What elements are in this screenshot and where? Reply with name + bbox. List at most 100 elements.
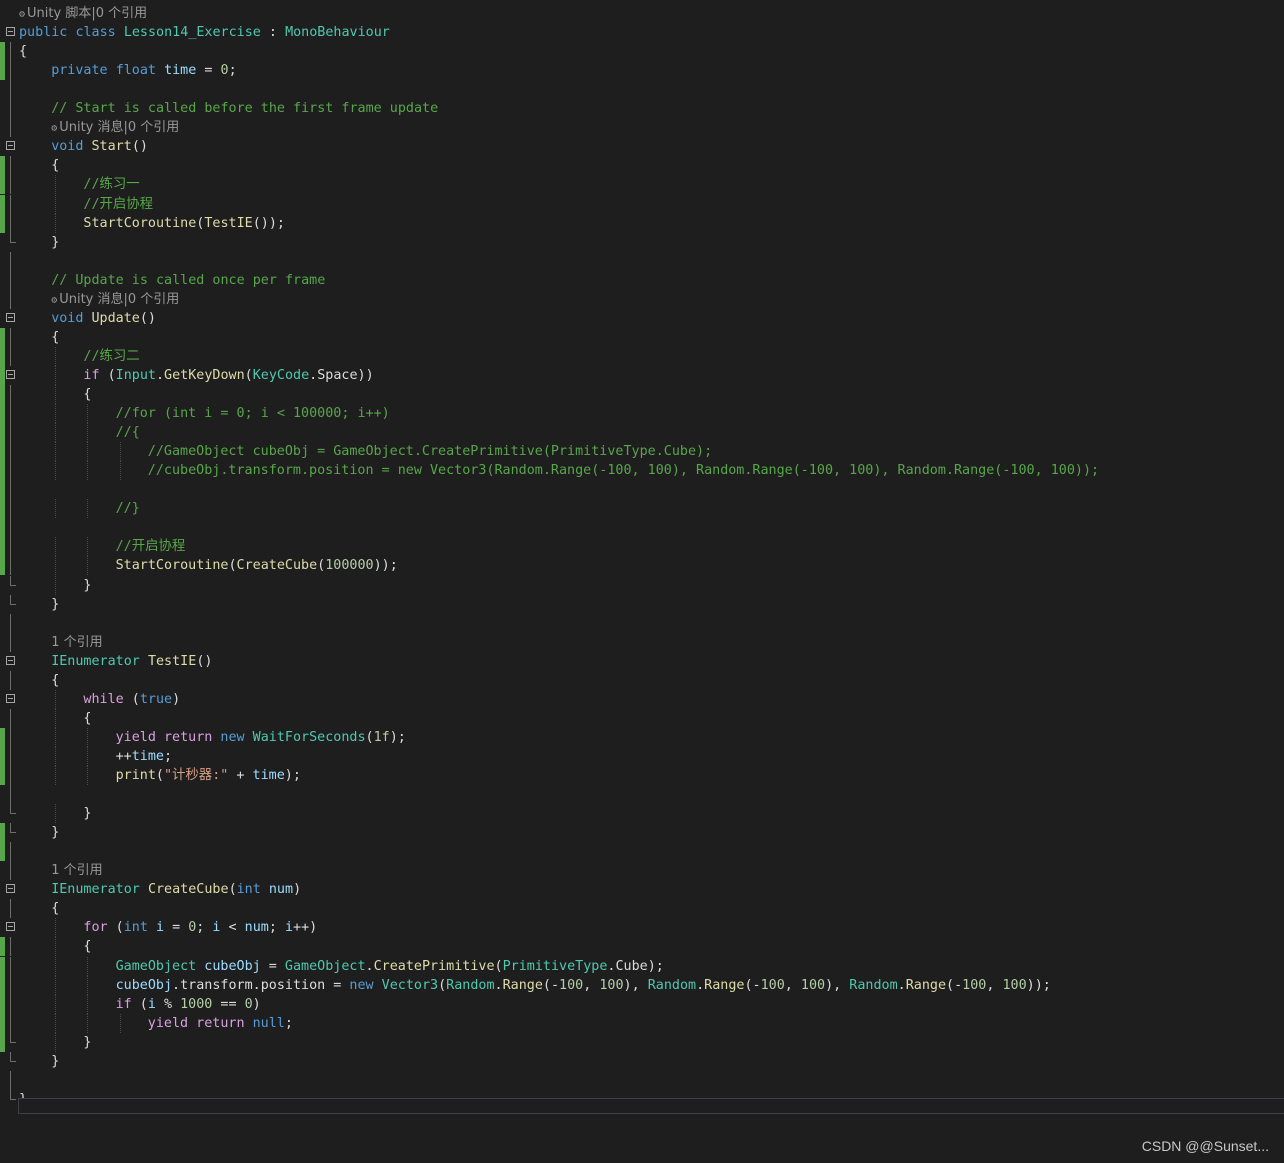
code-line[interactable] [0, 518, 1284, 538]
code-line[interactable]: GameObject cubeObj = GameObject.CreatePr… [0, 956, 1284, 976]
collapse-icon[interactable] [6, 922, 15, 932]
collapse-icon[interactable] [6, 884, 15, 894]
code-line[interactable] [0, 613, 1284, 633]
code-token: public [19, 25, 68, 41]
code-line[interactable]: } [0, 232, 1284, 252]
code-line[interactable]: { [0, 42, 1284, 62]
code-token: CreateCube [236, 558, 318, 574]
code-token: time [252, 768, 285, 783]
code-line[interactable]: IEnumerator TestIE() [0, 652, 1284, 671]
unity-icon: ⚙ [51, 294, 58, 306]
indent-guide [87, 423, 89, 443]
code-line[interactable]: //cubeObj.transform.position = new Vecto… [0, 461, 1284, 481]
line-content: { [83, 937, 91, 956]
code-line[interactable]: if (i % 1000 == 0) [0, 994, 1284, 1014]
horizontal-scrollbar[interactable] [18, 1098, 1284, 1114]
code-line[interactable]: //开启协程 [0, 194, 1284, 214]
code-line[interactable]: void Start() [0, 137, 1284, 156]
code-line[interactable]: private float time = 0; [0, 61, 1284, 81]
code-token: 100 [800, 977, 826, 993]
code-line[interactable]: //练习二 [0, 346, 1284, 366]
reference-count-link[interactable]: Unity 消息|0 个引用 [59, 120, 179, 135]
reference-count-link[interactable]: Unity 脚本|0 个引用 [27, 6, 147, 21]
code-line[interactable]: //for (int i = 0; i < 100000; i++) [0, 404, 1284, 424]
line-content: ⚙ Unity 消息|0 个引用 [51, 290, 179, 310]
code-line[interactable]: //{ [0, 423, 1284, 443]
code-line[interactable]: public class Lesson14_Exercise : MonoBeh… [0, 23, 1284, 42]
code-line[interactable] [0, 842, 1284, 862]
line-content: } [51, 595, 59, 614]
code-line[interactable]: IEnumerator CreateCube(int num) [0, 880, 1284, 899]
collapse-icon[interactable] [6, 693, 15, 703]
collapse-icon[interactable] [6, 27, 15, 37]
code-line[interactable]: yield return null; [0, 1013, 1284, 1033]
code-line[interactable]: cubeObj.transform.position = new Vector3… [0, 975, 1284, 995]
collapse-icon[interactable] [6, 141, 15, 151]
fold-guide [10, 80, 11, 100]
fold-guide [10, 385, 11, 404]
code-line[interactable]: StartCoroutine(TestIE()); [0, 213, 1284, 233]
code-line[interactable] [0, 785, 1284, 805]
codelens-line[interactable]: ⚙ Unity 脚本|0 个引用 [0, 4, 1284, 23]
code-line[interactable] [0, 1070, 1284, 1090]
code-token: } [51, 825, 60, 841]
code-line[interactable]: { [0, 156, 1284, 176]
codelens-line[interactable]: 1 个引用 [0, 861, 1284, 881]
line-content: //开启协程 [116, 537, 186, 556]
code-line[interactable]: while (true) [0, 689, 1284, 709]
code-line[interactable]: } [0, 804, 1284, 824]
code-line[interactable]: } [0, 594, 1284, 614]
code-line[interactable]: //开启协程 [0, 537, 1284, 557]
code-line[interactable]: } [0, 575, 1284, 595]
fold-end [10, 813, 16, 815]
unity-icon: ⚙ [19, 9, 26, 20]
codelens-line[interactable]: 1 个引用 [0, 632, 1284, 652]
code-line[interactable]: { [0, 327, 1284, 347]
code-line[interactable]: print("计秒器:" + time); [0, 766, 1284, 785]
code-token: //for (int i = 0; i < 100000; i++) [115, 406, 390, 422]
codelens-line[interactable]: ⚙ Unity 消息|0 个引用 [0, 118, 1284, 138]
code-token: = [196, 63, 221, 79]
code-line[interactable]: { [0, 670, 1284, 690]
codelens-line[interactable]: ⚙ Unity 消息|0 个引用 [0, 289, 1284, 310]
collapse-icon[interactable] [6, 369, 15, 379]
code-line[interactable]: for (int i = 0; i < num; i++) [0, 918, 1284, 938]
code-line[interactable]: //GameObject cubeObj = GameObject.Create… [0, 442, 1284, 462]
change-marker [0, 156, 5, 176]
code-line[interactable]: StartCoroutine(CreateCube(100000)); [0, 556, 1284, 576]
code-token: GameObject [284, 958, 366, 974]
code-line[interactable] [0, 80, 1284, 100]
reference-count-link[interactable]: 1 个引用 [51, 863, 102, 878]
code-token: yield [115, 729, 156, 745]
code-line[interactable]: { [0, 937, 1284, 957]
code-line[interactable] [0, 480, 1284, 500]
code-line[interactable]: { [0, 708, 1284, 728]
code-line[interactable]: //} [0, 499, 1284, 519]
change-marker [0, 1032, 5, 1052]
code-editor[interactable]: ⚙ Unity 脚本|0 个引用 public class Lesson14_Exe… [0, 0, 1284, 1107]
code-line[interactable]: } [0, 1051, 1284, 1071]
code-line[interactable]: ++time; [0, 746, 1284, 766]
collapse-icon[interactable] [6, 655, 15, 665]
code-line[interactable]: { [0, 899, 1284, 919]
code-token: Range [704, 977, 745, 993]
code-line[interactable]: // Update is called once per frame [0, 270, 1284, 290]
code-token: )); [1026, 977, 1051, 993]
code-line[interactable]: void Update() [0, 309, 1284, 328]
code-line[interactable]: //练习一 [0, 175, 1284, 195]
code-line[interactable] [0, 251, 1284, 271]
code-line[interactable]: if (Input.GetKeyDown(KeyCode.Space)) [0, 365, 1284, 385]
reference-count-link[interactable]: 1 个引用 [51, 635, 102, 650]
change-marker [0, 442, 5, 462]
code-line[interactable]: // Start is called before the first fram… [0, 99, 1284, 119]
code-token: ; [228, 63, 237, 79]
code-line[interactable]: } [0, 823, 1284, 843]
code-line[interactable]: } [0, 1032, 1284, 1052]
collapse-icon[interactable] [6, 312, 15, 322]
code-line[interactable]: { [0, 385, 1284, 404]
code-token: Update [91, 310, 140, 326]
reference-count-link[interactable]: Unity 消息|0 个引用 [59, 292, 179, 307]
code-line[interactable]: yield return new WaitForSeconds(1f); [0, 727, 1284, 747]
code-token: private [51, 63, 108, 79]
